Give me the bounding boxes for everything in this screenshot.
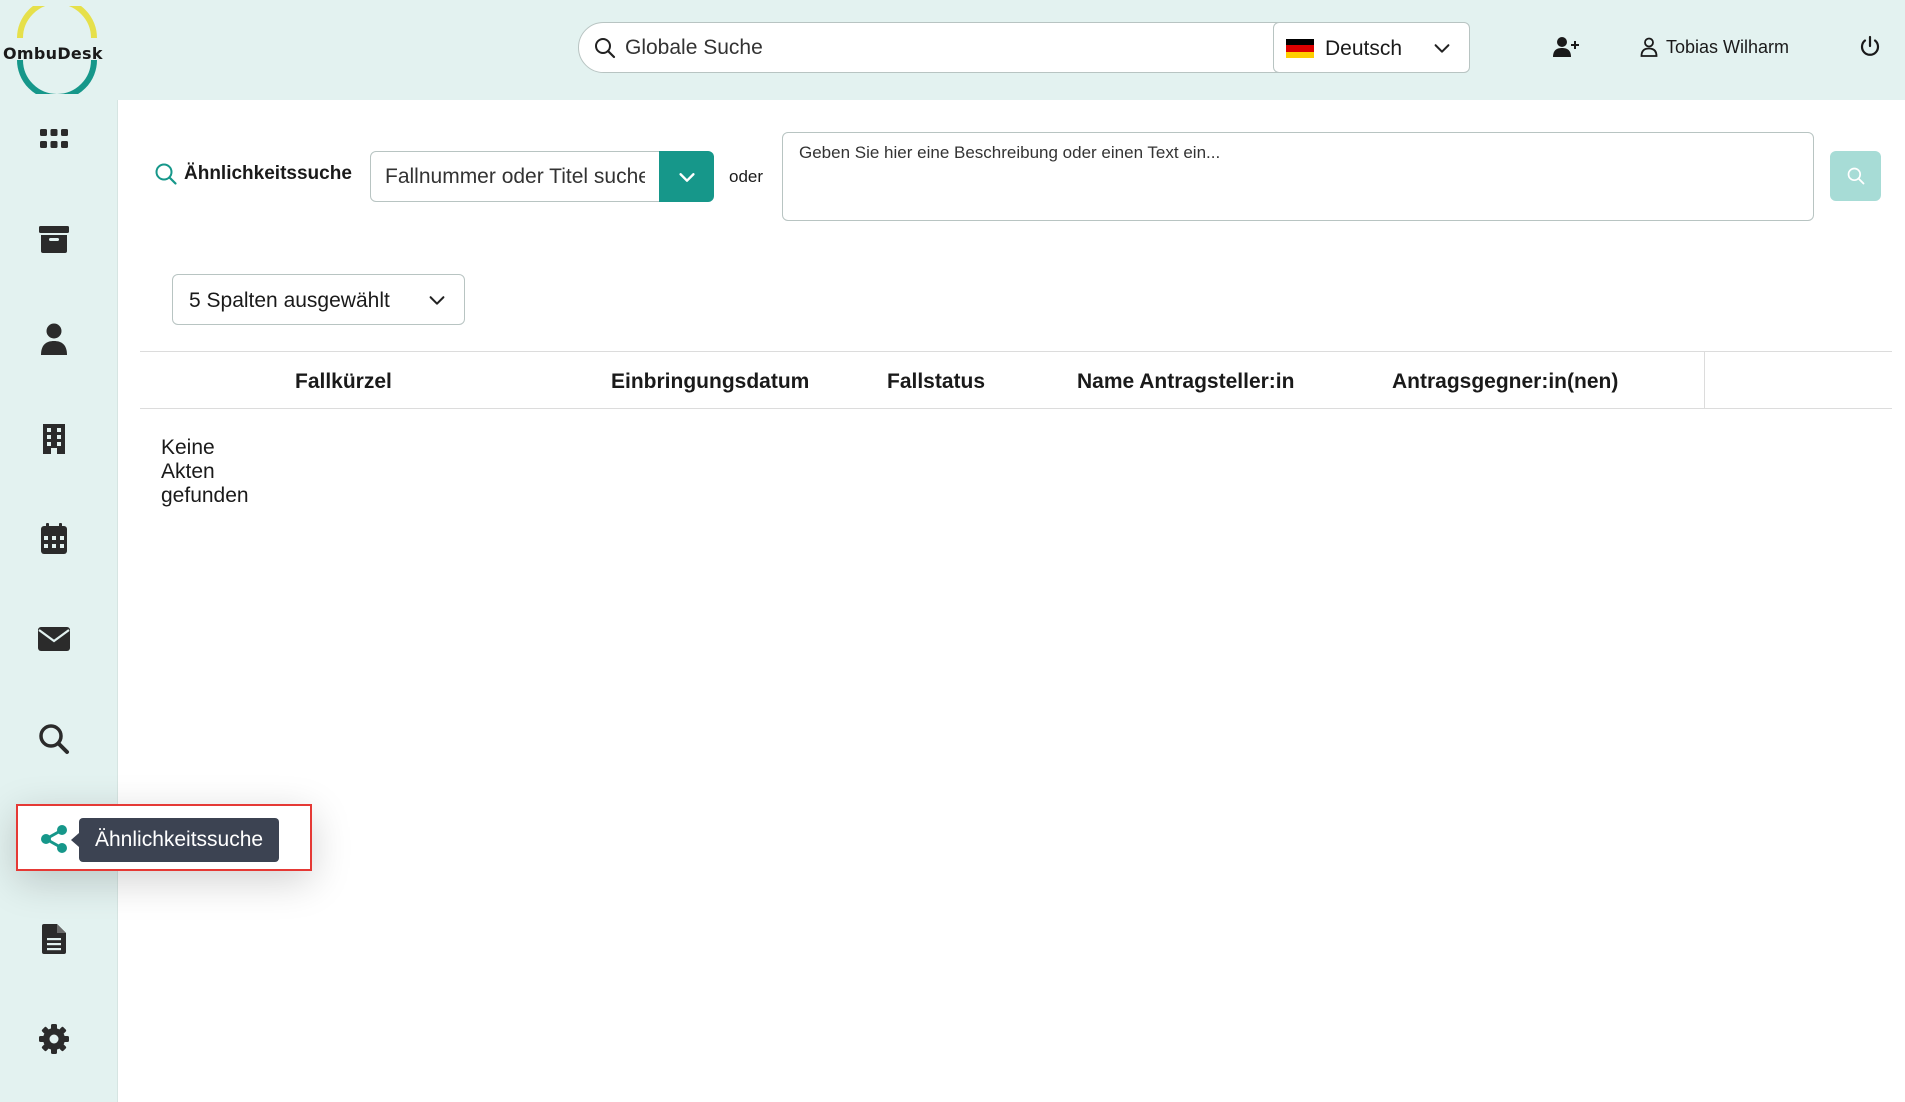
chevron-down-icon (1434, 44, 1450, 53)
user-outline-icon (1640, 37, 1658, 57)
global-search-input[interactable] (625, 23, 1225, 72)
search-icon (1847, 167, 1864, 185)
chevron-down-icon (429, 296, 445, 305)
description-field[interactable] (782, 132, 1814, 221)
archive-icon (39, 226, 69, 253)
user-icon (41, 323, 67, 355)
sidebar-item-settings[interactable] (36, 1021, 72, 1057)
similarity-search-button[interactable] (1830, 151, 1881, 201)
top-header: OmbuDesk Deutsch Tobias Wilharm (0, 0, 1905, 100)
description-textarea[interactable] (783, 133, 1813, 220)
case-search-field[interactable] (370, 151, 660, 202)
envelope-icon (38, 627, 70, 651)
columns-select[interactable]: 5 Spalten ausgewählt (172, 274, 465, 325)
chevron-down-icon (678, 172, 695, 182)
logo-text: OmbuDesk (3, 44, 103, 63)
app-logo[interactable]: OmbuDesk (0, 0, 116, 100)
column-header-antragsteller[interactable]: Name Antragsteller:in (1077, 370, 1294, 394)
user-menu[interactable]: Tobias Wilharm (1640, 34, 1789, 60)
german-flag-icon (1286, 39, 1314, 58)
sidebar-item-organizations[interactable] (36, 421, 72, 457)
sidebar-item-similarity-search[interactable] (36, 821, 72, 857)
similarity-search-title: Ähnlichkeitssuche (184, 163, 352, 184)
user-name: Tobias Wilharm (1666, 36, 1790, 57)
global-search[interactable] (578, 22, 1318, 73)
sidebar-tooltip: Ähnlichkeitssuche (70, 818, 280, 862)
case-dropdown-button[interactable] (659, 151, 714, 202)
language-select[interactable]: Deutsch (1273, 22, 1470, 73)
case-search-input[interactable] (371, 152, 659, 201)
sidebar-item-persons[interactable] (36, 321, 72, 357)
building-icon (43, 424, 65, 454)
power-icon[interactable] (1858, 35, 1882, 59)
columns-select-value: 5 Spalten ausgewählt (189, 289, 390, 312)
sidebar-item-mail[interactable] (36, 621, 72, 657)
sidebar-item-archive[interactable] (36, 221, 72, 257)
language-label: Deutsch (1325, 37, 1403, 60)
search-icon (155, 163, 177, 185)
search-icon (595, 38, 616, 59)
similarity-search-label: Ähnlichkeitssuche (154, 162, 352, 186)
search-icon (39, 724, 69, 754)
calendar-icon (41, 523, 67, 554)
results-table-header: Fallkürzel Einbringungsdatum Fallstatus … (140, 351, 1892, 409)
column-divider (1704, 352, 1705, 409)
share-icon (41, 825, 67, 853)
sidebar-item-documents[interactable] (36, 921, 72, 957)
column-header-fallstatus[interactable]: Fallstatus (887, 370, 985, 394)
grid-icon (40, 129, 68, 148)
empty-results-message: Keine Akten gefunden (161, 436, 249, 507)
sidebar-item-search[interactable] (36, 721, 72, 757)
gear-icon (39, 1024, 69, 1054)
column-header-fallkuerzel[interactable]: Fallkürzel (295, 370, 392, 394)
sidebar-item-calendar[interactable] (36, 521, 72, 557)
column-header-einbringungsdatum[interactable]: Einbringungsdatum (611, 370, 809, 394)
file-icon (42, 924, 66, 954)
or-label: oder (729, 167, 764, 186)
column-header-antragsgegner[interactable]: Antragsgegner:in(nen) (1392, 370, 1618, 394)
sidebar-item-apps[interactable] (36, 121, 72, 157)
add-user-icon[interactable] (1552, 35, 1580, 59)
